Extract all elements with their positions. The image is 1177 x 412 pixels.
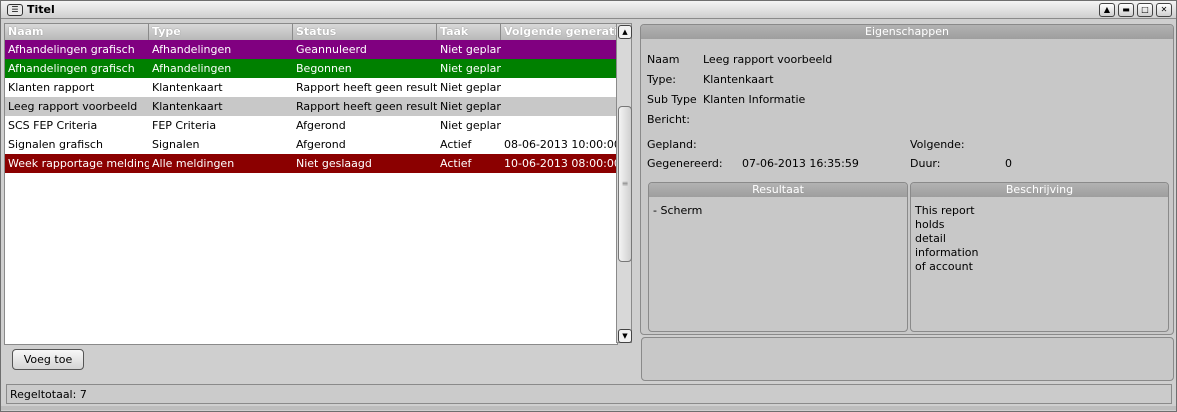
column-header-taak[interactable]: Taak xyxy=(437,24,501,40)
bottom-panel xyxy=(641,337,1174,381)
table-header: Naam Type Status Taak Volgende generatie xyxy=(5,24,617,40)
table-scrollbar[interactable]: ▲ ≡ ▼ xyxy=(616,23,632,343)
cell-type: Alle meldingen xyxy=(152,157,235,170)
subtype-label: Sub Type xyxy=(647,93,697,106)
close-button[interactable]: ✕ xyxy=(1156,3,1172,17)
cell-taak: Actief xyxy=(440,138,472,151)
maximize-button[interactable]: □ xyxy=(1137,3,1153,17)
resultaat-text: - Scherm xyxy=(653,204,703,217)
cell-type: Signalen xyxy=(152,138,200,151)
subtype-value: Klanten Informatie xyxy=(703,93,806,106)
voeg-toe-button[interactable]: Voeg toe xyxy=(12,349,84,370)
type-label: Type: xyxy=(647,73,676,86)
cell-taak: Niet gepland xyxy=(440,81,501,94)
cell-type: Klantenkaart xyxy=(152,100,223,113)
status-bar: Regeltotaal: 7 xyxy=(6,384,1172,404)
cell-naam: SCS FEP Criteria xyxy=(8,119,98,132)
cell-type: FEP Criteria xyxy=(152,119,217,132)
cell-type: Afhandelingen xyxy=(152,62,232,75)
beschrijving-panel: Beschrijving This report holds detail in… xyxy=(910,182,1169,332)
beschrijving-line: holds xyxy=(915,218,945,231)
table-row[interactable]: Klanten rapport Klantenkaart Rapport heeft… xyxy=(5,78,617,97)
type-value: Klantenkaart xyxy=(703,73,774,86)
cell-volgende-generatie xyxy=(501,59,617,78)
cell-taak: Niet gepland xyxy=(440,62,501,75)
cell-status: Rapport heeft geen resultaat xyxy=(296,81,437,94)
cell-naam: Klanten rapport xyxy=(8,81,95,94)
cell-taak: Niet gepland xyxy=(440,100,501,113)
beschrijving-line: This report xyxy=(915,204,975,217)
cell-volgende-generatie xyxy=(501,116,617,135)
cell-naam: Leeg rapport voorbeeld xyxy=(8,100,138,113)
cell-type: Klantenkaart xyxy=(152,81,223,94)
system-menu-icon[interactable]: ☰ xyxy=(7,4,23,16)
cell-naam: Afhandelingen grafisch xyxy=(8,62,135,75)
cell-status: Afgerond xyxy=(296,119,346,132)
table-row[interactable]: Signalen grafisch Signalen Afgerond Actief 0… xyxy=(5,135,617,154)
bericht-label: Bericht: xyxy=(647,113,690,126)
cell-volgende-generatie: 08-06-2013 10:00:00 xyxy=(504,138,617,151)
scroll-up-arrow-icon[interactable]: ▲ xyxy=(618,25,632,39)
scroll-down-arrow-icon[interactable]: ▼ xyxy=(618,329,632,343)
beschrijving-line: detail xyxy=(915,232,946,245)
beschrijving-header: Beschrijving xyxy=(911,183,1168,197)
eigenschappen-panel: Eigenschappen Naam Leeg rapport voorbeel… xyxy=(640,24,1174,335)
cell-taak: Niet gepland xyxy=(440,119,501,132)
resize-grip[interactable] xyxy=(1,406,1176,410)
report-table: Naam Type Status Taak Volgende generatie… xyxy=(4,23,618,345)
cell-naam: Week rapportage meldingen e xyxy=(8,157,149,170)
table-row[interactable]: SCS FEP Criteria FEP Criteria Afgerond Niet… xyxy=(5,116,617,135)
naam-value: Leeg rapport voorbeeld xyxy=(703,53,833,66)
window-title: Titel xyxy=(27,3,55,16)
main-window: ☰ Titel ▲ ▬ □ ✕ Naam Type Status Taak Vo… xyxy=(0,0,1177,412)
beschrijving-line: information xyxy=(915,246,979,259)
column-header-volgende-generatie[interactable]: Volgende generatie xyxy=(501,24,617,40)
cell-status: Begonnen xyxy=(296,62,352,75)
cell-status: Geannuleerd xyxy=(296,43,367,56)
table-row[interactable]: Leeg rapport voorbeeld Klantenkaart Rappor… xyxy=(5,97,617,116)
title-bar: ☰ Titel ▲ ▬ □ ✕ xyxy=(1,1,1176,19)
column-header-naam[interactable]: Naam xyxy=(5,24,149,40)
cell-status: Afgerond xyxy=(296,138,346,151)
cell-volgende-generatie: 10-06-2013 08:00:00 xyxy=(504,157,617,170)
collapse-button[interactable]: ▲ xyxy=(1099,3,1115,17)
table-row[interactable]: Afhandelingen grafisch Afhandelingen Begon… xyxy=(5,59,617,78)
naam-label: Naam xyxy=(647,53,680,66)
cell-volgende-generatie xyxy=(501,78,617,97)
cell-naam: Signalen grafisch xyxy=(8,138,103,151)
cell-status: Niet geslaagd xyxy=(296,157,372,170)
eigenschappen-header: Eigenschappen xyxy=(641,25,1173,39)
cell-taak: Actief xyxy=(440,157,472,170)
beschrijving-line: of account xyxy=(915,260,973,273)
cell-volgende-generatie xyxy=(501,40,617,59)
resultaat-panel: Resultaat - Scherm xyxy=(648,182,908,332)
column-header-type[interactable]: Type xyxy=(149,24,293,40)
gegenereerd-value: 07-06-2013 16:35:59 xyxy=(742,157,859,170)
gepland-label: Gepland: xyxy=(647,138,697,151)
cell-status: Rapport heeft geen resultaat xyxy=(296,100,437,113)
cell-type: Afhandelingen xyxy=(152,43,232,56)
cell-taak: Niet gepland xyxy=(440,43,501,56)
duur-label: Duur: xyxy=(910,157,941,170)
gegenereerd-label: Gegenereerd: xyxy=(647,157,723,170)
column-header-status[interactable]: Status xyxy=(293,24,437,40)
minimize-button[interactable]: ▬ xyxy=(1118,3,1134,17)
duur-value: 0 xyxy=(1005,157,1012,170)
row-total-text: Regeltotaal: 7 xyxy=(10,388,87,401)
volgende-label: Volgende: xyxy=(910,138,965,151)
table-row[interactable]: Afhandelingen grafisch Afhandelingen Geann… xyxy=(5,40,617,59)
scroll-thumb[interactable]: ≡ xyxy=(618,106,632,262)
cell-naam: Afhandelingen grafisch xyxy=(8,43,135,56)
cell-volgende-generatie xyxy=(501,97,617,116)
table-row[interactable]: Week rapportage meldingen eAlle meldinge… xyxy=(5,154,617,173)
resultaat-header: Resultaat xyxy=(649,183,907,197)
